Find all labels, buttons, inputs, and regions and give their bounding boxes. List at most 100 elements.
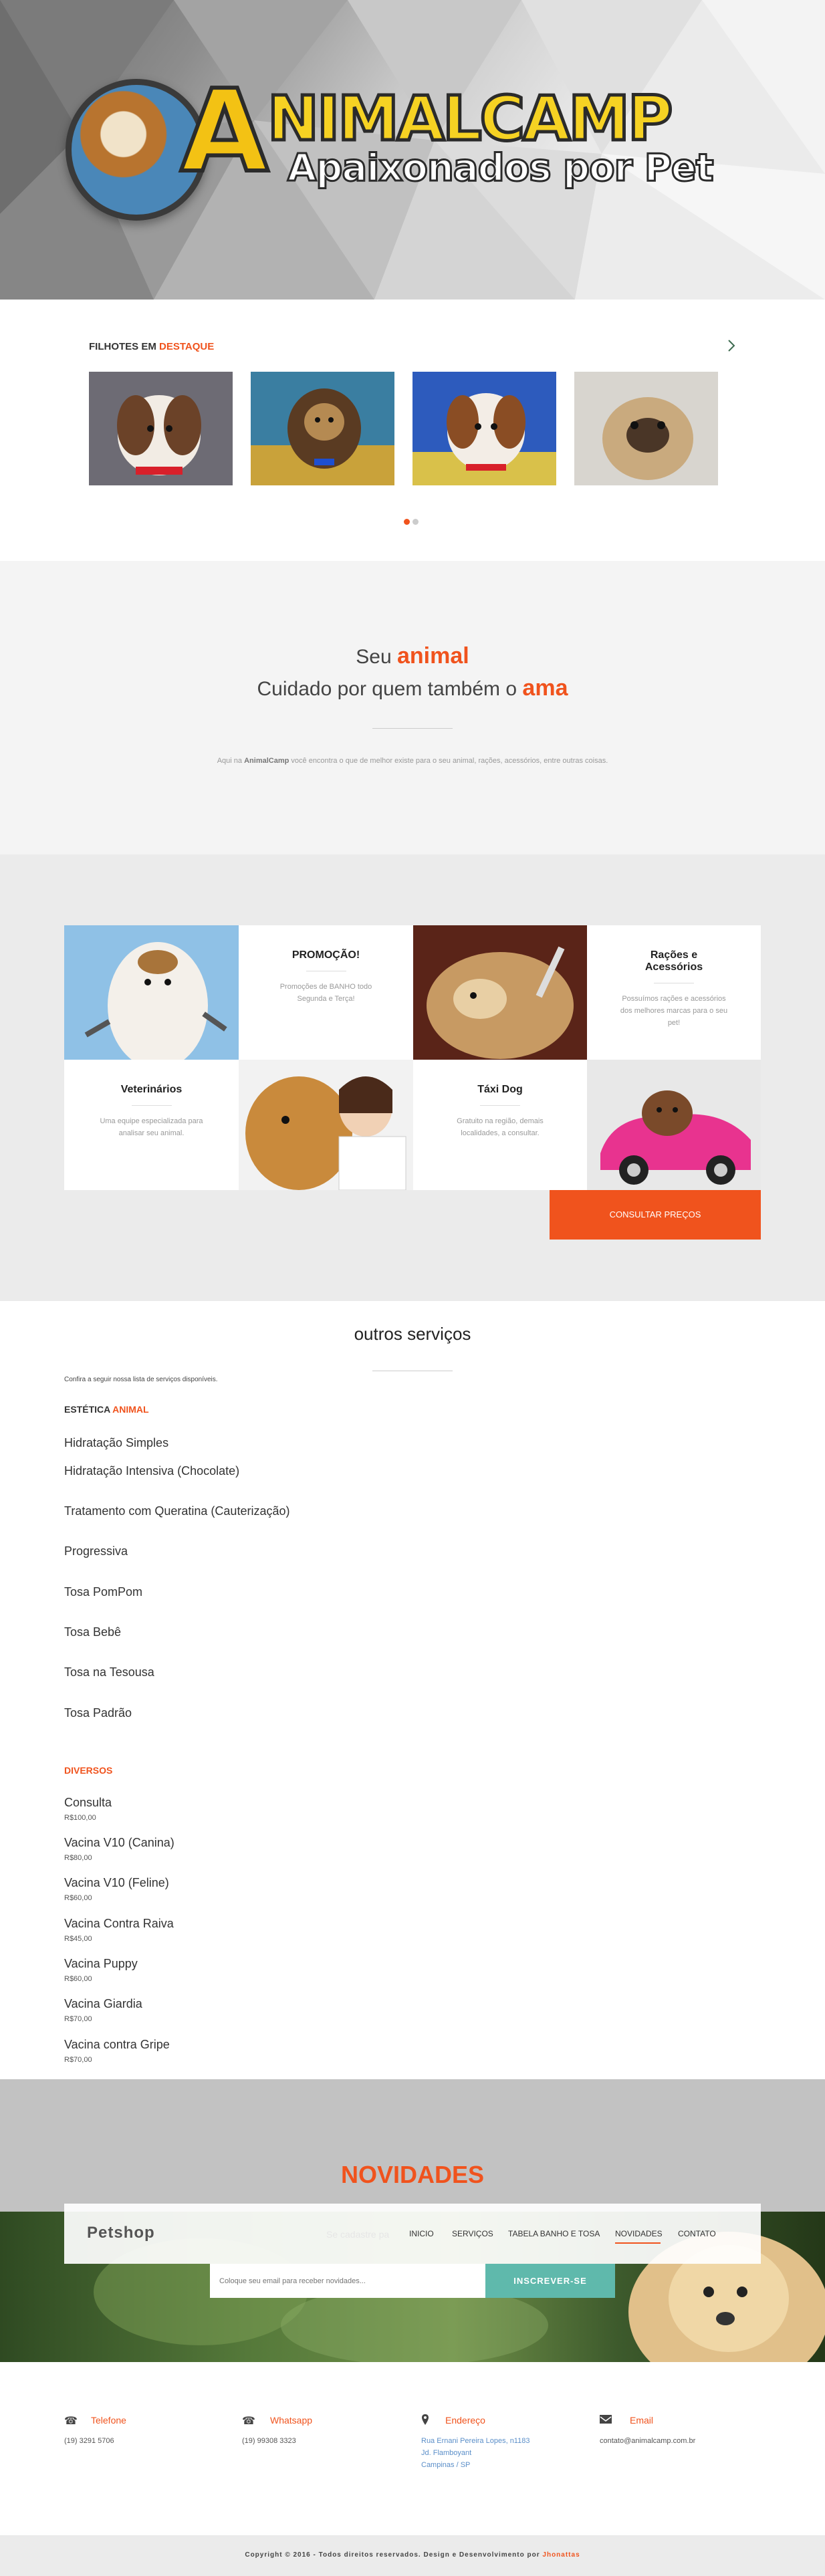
carousel-next-icon[interactable] xyxy=(725,338,738,353)
brand-tagline: Apaixonados por Pet xyxy=(287,146,715,191)
nav-bar: Petshop Se cadastre pa INICIO SERVIÇOS T… xyxy=(64,2204,761,2264)
novidades-title: NOVIDADES xyxy=(340,2161,485,2188)
nav-inicio[interactable]: INICIO xyxy=(409,2229,434,2238)
intro-heading-line2: Cuidado por quem também o ama xyxy=(0,675,825,701)
nav-ghost-text: Se cadastre pa xyxy=(326,2229,390,2240)
destaques-title-accent: DESTAQUE xyxy=(159,341,215,352)
carousel-dot[interactable] xyxy=(412,519,419,525)
copyright-text: Copyright © 2016 - Todos direitos reserv… xyxy=(245,2551,540,2559)
diversos-price: R$100,00 xyxy=(64,1814,96,1822)
estetica-item: Tosa PomPom xyxy=(64,1585,143,1599)
taxi-divider xyxy=(480,1105,520,1106)
diversos-price: R$60,00 xyxy=(64,1894,92,1902)
intro-desc-after: você encontra o que de melhor existe par… xyxy=(291,757,608,765)
puppy-thumb-2[interactable] xyxy=(251,372,394,485)
intro-line1-accent: animal xyxy=(397,643,469,669)
novidades-top-band xyxy=(0,2079,825,2212)
puppy-thumb-3[interactable] xyxy=(412,372,556,485)
footer-endereco-label: Endereço xyxy=(445,2415,485,2426)
racoes-text: Possuímos rações e acessórios dos melhor… xyxy=(620,995,728,1027)
footer-endereco-line2[interactable]: Jd. Flamboyant xyxy=(421,2447,471,2459)
taxi-card[interactable]: Táxi Dog Gratuito na região, demais loca… xyxy=(413,1060,587,1190)
subscribe-button[interactable]: INSCREVER-SE xyxy=(485,2264,615,2298)
vet-divider xyxy=(131,1105,172,1106)
estetica-item: Tratamento com Queratina (Cauterização) xyxy=(64,1504,290,1518)
estetica-item: Progressiva xyxy=(64,1544,128,1558)
diversos-item: Vacina V10 (Canina) xyxy=(64,1836,174,1849)
vet-title: Veterinários xyxy=(120,1084,183,1095)
diversos-price: R$80,00 xyxy=(64,1854,92,1862)
nav-servicos[interactable]: SERVIÇOS xyxy=(452,2229,493,2238)
nav-tabela[interactable]: TABELA BANHO E TOSA xyxy=(508,2229,600,2238)
puppy-thumb-1[interactable] xyxy=(89,372,233,485)
petshop-logo[interactable]: Petshop xyxy=(87,2224,155,2242)
diversos-item: Vacina contra Gripe xyxy=(64,2038,170,2051)
estetica-accent: ANIMAL xyxy=(112,1404,149,1415)
intro-section xyxy=(0,561,825,854)
diversos-price: R$60,00 xyxy=(64,1975,92,1983)
intro-line2-accent: ama xyxy=(522,675,568,701)
intro-divider xyxy=(372,728,453,729)
racoes-card[interactable]: Rações e Acessórios Possuímos rações e a… xyxy=(587,925,761,1060)
footer-whatsapp-value[interactable]: (19) 99308 3323 xyxy=(242,2435,296,2447)
footer-email-value[interactable]: contato@animalcamp.com.br xyxy=(600,2435,695,2447)
diversos-item: Vacina Contra Raiva xyxy=(64,1917,174,1930)
racoes-title: Rações e Acessórios xyxy=(644,949,703,973)
promo-card[interactable]: PROMOÇÃO! Promoções de BANHO todo Segund… xyxy=(239,925,413,1060)
destaques-title-plain: FILHOTES EM xyxy=(89,341,156,352)
nav-novidades[interactable]: NOVIDADES xyxy=(615,2229,663,2238)
intro-description: Aqui na AnimalCamp você encontra o que d… xyxy=(0,757,825,765)
consultar-precos-button[interactable]: CONSULTAR PREÇOS xyxy=(550,1190,761,1240)
estetica-item: Tosa Padrão xyxy=(64,1706,132,1720)
yorkie-photo xyxy=(413,925,587,1060)
estetica-plain: ESTÉTICA xyxy=(64,1404,110,1415)
diversos-item: Vacina Puppy xyxy=(64,1957,138,1970)
diversos-heading: DIVERSOS xyxy=(64,1765,113,1776)
hero-banner: A NIMALCAMP Apaixonados por Pet xyxy=(0,0,825,300)
whatsapp-icon: ☎ xyxy=(242,2414,255,2427)
nav-contato[interactable]: CONTATO xyxy=(678,2229,716,2238)
footer-whatsapp-label: Whatsapp xyxy=(270,2415,313,2426)
estetica-item: Hidratação Simples xyxy=(64,1436,169,1449)
envelope-icon xyxy=(600,2415,612,2424)
intro-line2-plain: Cuidado por quem também o xyxy=(257,678,517,700)
diversos-price: R$45,00 xyxy=(64,1935,92,1943)
estetica-item: Tosa Bebê xyxy=(64,1625,122,1639)
vet-text: Uma equipe especializada para analisar s… xyxy=(100,1117,203,1137)
taxi-text: Gratuito na região, demais localidades, … xyxy=(457,1117,544,1137)
puppy-thumb-4[interactable] xyxy=(574,372,718,485)
diversos-price: R$70,00 xyxy=(64,2015,92,2023)
outros-title: outros serviços xyxy=(354,1324,471,1344)
groomed-dog-photo xyxy=(64,925,239,1060)
carousel-dot-active[interactable] xyxy=(404,519,410,525)
footer-endereco-line1[interactable]: Rua Ernani Pereira Lopes, n1183 xyxy=(421,2435,529,2447)
diversos-item: Vacina Giardia xyxy=(64,1997,142,2010)
footer-telefone-label: Telefone xyxy=(91,2415,126,2426)
pink-car-dog-photo xyxy=(587,1060,761,1190)
brand-initial: A xyxy=(179,66,271,198)
estetica-item: Hidratação Intensiva (Chocolate) xyxy=(64,1464,240,1478)
intro-desc-brand: AnimalCamp xyxy=(244,757,289,765)
diversos-price: R$70,00 xyxy=(64,2056,92,2064)
diversos-item: Consulta xyxy=(64,1796,112,1809)
intro-line1-plain: Seu xyxy=(356,646,392,668)
estetica-item: Tosa na Tesousa xyxy=(64,1665,154,1679)
vet-dog-photo xyxy=(239,1060,413,1190)
section-title-destaques: FILHOTES EM DESTAQUE xyxy=(89,341,214,352)
outros-intro: Confira a seguir nossa lista de serviços… xyxy=(64,1376,218,1383)
promo-text: Promoções de BANHO todo Segunda e Terça! xyxy=(279,983,372,1003)
estetica-heading: ESTÉTICA ANIMAL xyxy=(64,1404,149,1415)
taxi-title: Táxi Dog xyxy=(477,1084,523,1095)
vet-card[interactable]: Veterinários Uma equipe especializada pa… xyxy=(64,1060,239,1190)
copyright: Copyright © 2016 - Todos direitos reserv… xyxy=(0,2551,825,2559)
intro-heading-line1: Seu animal xyxy=(0,643,825,669)
diversos-item: Vacina V10 (Feline) xyxy=(64,1876,169,1889)
nav-active-underline xyxy=(615,2242,661,2244)
newsletter-email-input[interactable] xyxy=(210,2264,485,2298)
footer-endereco-line3[interactable]: Campinas / SP xyxy=(421,2459,470,2471)
phone-icon: ☎ xyxy=(64,2414,78,2427)
footer-telefone-value[interactable]: (19) 3291 5706 xyxy=(64,2435,114,2447)
map-pin-icon xyxy=(421,2414,429,2426)
developer-link[interactable]: Jhonattas xyxy=(542,2551,580,2559)
footer-email-label: Email xyxy=(630,2415,654,2426)
